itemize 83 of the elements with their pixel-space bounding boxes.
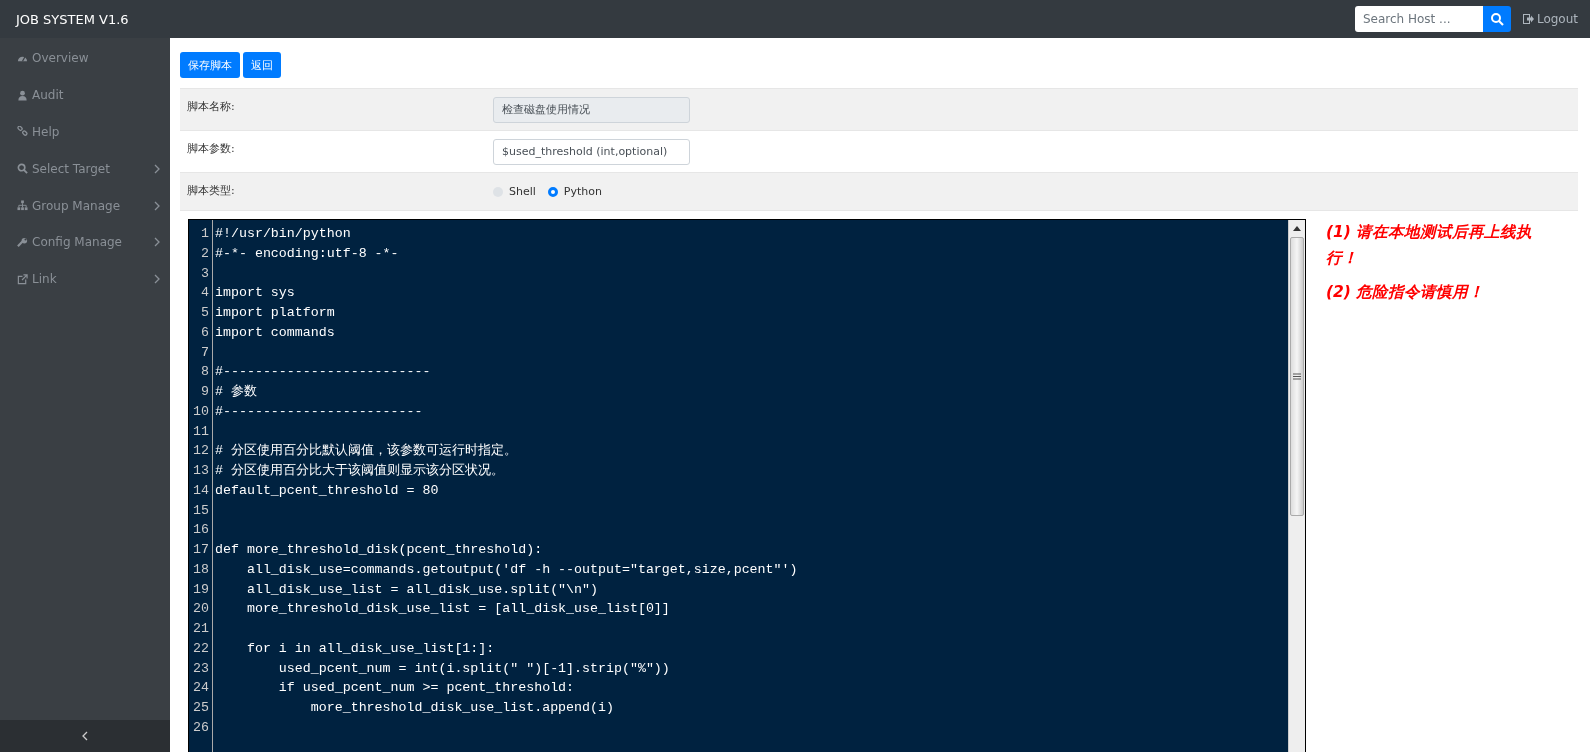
code-line: import commands [215,324,335,340]
radio-label: Shell [509,185,536,198]
line-number: 7 [200,343,210,362]
line-number: 9 [200,383,210,401]
sidebar-item[interactable]: Audit [0,76,170,114]
line-number: 23 [192,659,210,678]
line-number: 14 [192,481,210,500]
sitemap-icon [17,200,28,212]
line-number: 2 [200,244,210,263]
script-name-field[interactable]: 检查磁盘使用情况 [493,96,690,123]
code-line: more_threshold_disk_use_list = [all_disk_use_list[0]] [245,601,670,617]
sign-out-icon [1522,14,1534,24]
scrollbar-drawing[interactable] [1288,220,1305,752]
chevron-right-icon [154,200,160,211]
code-line: import sys [215,285,295,301]
logout-link[interactable]: Logout [1522,12,1578,26]
line-number: 26 [192,718,210,737]
code-editor[interactable] [188,219,1306,752]
warning-note: (2) 危险指令请慎用！ [1326,282,1486,303]
line-number: 3 [200,264,210,283]
code-line: all_disk_use_list = all_disk_use.split("\n") [245,581,598,597]
field-label: 脚本类型: [187,183,236,198]
line-number: 25 [192,699,210,717]
line-number: 6 [200,323,210,342]
action-button[interactable]: 返回 [243,52,281,78]
brand-title: JOB SYSTEM V1.6 [16,11,130,27]
line-number: 10 [192,402,210,421]
code-line: if used_pcent_num >= pcent_threshold: [277,680,575,696]
warning-note: (1) 请在本地测试后再上线执行！ [1326,222,1534,269]
code-line: #------------------------- [215,403,423,419]
line-number: 1 [200,225,210,243]
code-line: used_pcent_num = int(i.split(" ")[-1].strip("%")) [277,660,670,676]
code-line: # 参数 [215,384,257,399]
sidebar-item[interactable]: Overview [0,40,170,77]
code-line: # 分区使用百分比大于该阈值则显示该分区状况。 [215,463,504,478]
sidebar-item[interactable]: Config Manage [0,224,170,261]
field-label: 脚本名称: [187,99,236,114]
user-icon [17,89,28,101]
line-number: 19 [192,580,210,599]
code-line: #-------------------------- [215,364,431,380]
line-number: 21 [192,620,210,638]
line-number: 8 [200,363,210,382]
code-line: more_threshold_disk_use_list.append(i) [309,700,614,715]
line-number: 4 [200,284,210,303]
chevron-right-icon [154,237,160,248]
code-line: all_disk_use=commands.getoutput('df -h --output="target,size,pcent"') [245,561,798,577]
chevron-right-icon [154,163,160,174]
sidebar-item[interactable]: Help [0,113,170,151]
search-icon [1489,12,1504,26]
line-number: 16 [192,521,210,540]
wrench-icon [17,236,28,248]
radio-label: Python [563,185,602,198]
code-line: import platform [215,305,335,320]
line-number: 11 [192,422,210,441]
search-field[interactable]: Search Host ... [1354,6,1483,32]
line-number: 5 [200,304,210,322]
code-line: for i in all_disk_use_list[1:]: [245,640,495,656]
sidebar-item[interactable]: Group Manage [0,187,170,224]
radio-button[interactable] [547,186,558,197]
chevron-right-icon [154,274,160,285]
line-number: 24 [192,679,210,698]
line-number: 17 [192,541,210,559]
chevron-left-icon [82,731,88,741]
line-number: 12 [192,442,210,461]
code-line: def more_threshold_disk(pcent_threshold): [215,542,543,557]
code-line: #!/usr/bin/python [215,226,351,241]
link-icon [17,126,28,138]
code-line: # 分区使用百分比默认阈值，该参数可运行时指定。 [215,443,517,459]
external-link-icon [17,273,28,285]
sidebar-item[interactable]: Link [0,260,170,298]
search-icon [17,163,28,175]
line-number: 15 [192,501,210,520]
search-button[interactable] [1482,6,1511,32]
code-line: default_pcent_threshold = 80 [215,482,439,498]
sidebar-item[interactable]: Select Target [0,150,170,188]
line-number: 18 [192,560,210,579]
action-button[interactable]: 保存脚本 [180,52,240,78]
line-number: 13 [192,462,210,480]
code-line: #-*- encoding:utf-8 -*- [215,245,399,261]
line-number: 22 [192,639,210,658]
field-label: 脚本参数: [187,141,236,156]
line-number: 20 [192,600,210,619]
script-params-field[interactable]: $used_threshold (int,optional) [493,138,690,165]
